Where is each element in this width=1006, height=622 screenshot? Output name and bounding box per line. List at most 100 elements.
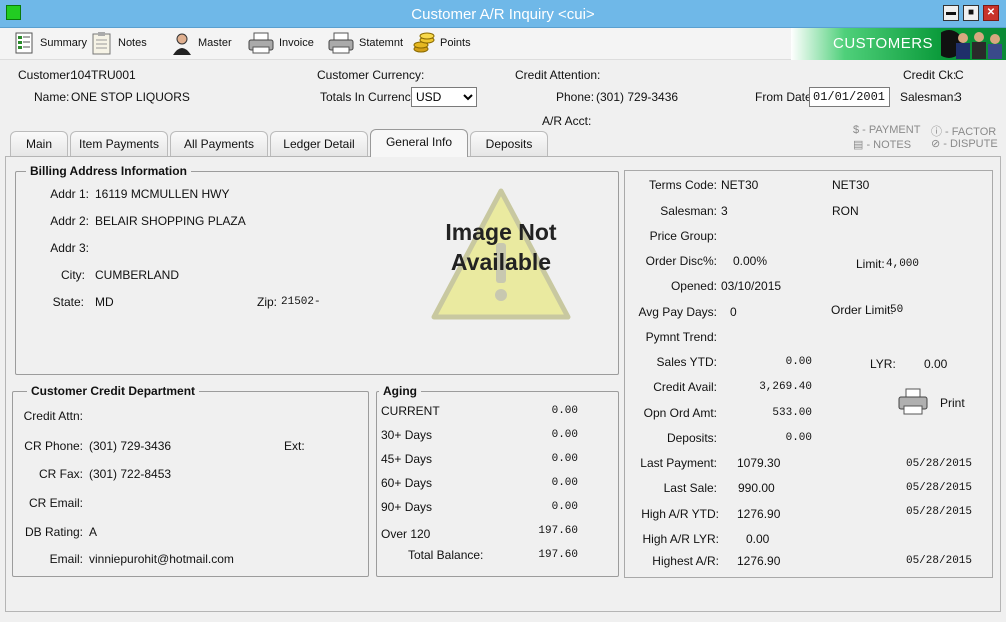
addr3-label: Addr 3: xyxy=(50,241,89,255)
name-value: ONE STOP LIQUORS xyxy=(71,90,190,104)
zip-label: Zip: xyxy=(257,295,278,309)
high-ar-lyr-value: 0.00 xyxy=(746,532,770,546)
terms-description: NET30 xyxy=(832,178,870,192)
cr-phone-value: (301) 729-3436 xyxy=(89,439,172,453)
image-not-available-line1: Image Not xyxy=(445,219,557,245)
aging-current-value: 0.00 xyxy=(551,405,578,417)
tab-general-info[interactable]: General Info xyxy=(370,129,468,157)
aging-45-label: 45+ Days xyxy=(381,452,433,466)
addr1-label: Addr 1: xyxy=(50,187,89,201)
name-label: Name: xyxy=(34,90,70,104)
pymnt-trend-label: Pymnt Trend: xyxy=(645,330,717,344)
aging-current-label: CURRENT xyxy=(381,404,440,418)
tab-item-payments[interactable]: Item Payments xyxy=(70,131,168,156)
aging-60-label: 60+ Days xyxy=(381,476,433,490)
phone-label: Phone: xyxy=(556,90,595,104)
addr2-value: BELAIR SHOPPING PLAZA xyxy=(95,214,246,228)
city-label: City: xyxy=(61,268,85,282)
last-payment-value: 1079.30 xyxy=(737,456,781,470)
last-payment-label: Last Payment: xyxy=(640,456,717,470)
tab-main[interactable]: Main xyxy=(10,131,68,156)
opn-ord-amt-value: 533.00 xyxy=(772,407,812,419)
last-sale-date: 05/28/2015 xyxy=(905,482,972,494)
billing-address-title: Billing Address Information xyxy=(30,164,187,178)
minimize-button[interactable]: ▬ xyxy=(943,5,959,21)
currency-select[interactable]: USD xyxy=(411,87,477,107)
aging-90-value: 0.00 xyxy=(551,501,578,513)
notes-icon xyxy=(90,31,114,55)
master-button[interactable]: Master xyxy=(170,28,232,58)
addr1-value: 16119 MCMULLEN HWY xyxy=(95,187,230,201)
tab-ledger-detail[interactable]: Ledger Detail xyxy=(270,131,368,156)
invoice-button[interactable]: Invoice xyxy=(247,28,314,58)
maximize-button[interactable]: ■ xyxy=(963,5,979,21)
title-bar[interactable]: Customer A/R Inquiry <cui> ▬ ■ ✕ xyxy=(0,0,1006,28)
addr2-label: Addr 2: xyxy=(50,214,89,228)
from-date-input[interactable]: 01/01/2001 xyxy=(809,87,890,107)
highest-ar-value: 1276.90 xyxy=(737,554,781,568)
high-ar-ytd-value: 1276.90 xyxy=(737,507,781,521)
total-balance-label: Total Balance: xyxy=(408,548,484,562)
window-title: Customer A/R Inquiry <cui> xyxy=(411,6,595,23)
opened-value: 03/10/2015 xyxy=(721,279,782,293)
image-not-available-line2: Available xyxy=(450,249,552,275)
credit-attn-label: Credit Attn: xyxy=(23,409,83,423)
order-disc-value: 0.00% xyxy=(733,254,768,268)
summary-button[interactable]: Summary xyxy=(12,28,87,58)
terms-code-label: Terms Code: xyxy=(648,178,717,192)
zip-value: 21502- xyxy=(281,296,321,308)
close-button[interactable]: ✕ xyxy=(983,5,999,21)
ext-label: Ext: xyxy=(284,439,305,453)
customer-value: 104TRU001 xyxy=(71,68,136,82)
terms-code-value: NET30 xyxy=(721,178,759,192)
statement-label: Statemnt xyxy=(359,37,404,49)
ar-acct-label: A/R Acct: xyxy=(542,114,592,128)
order-limit-value: 50 xyxy=(890,304,904,316)
statement-button[interactable]: Statemnt xyxy=(327,28,403,58)
avg-pay-days-value: 0 xyxy=(730,305,737,319)
notes-button[interactable]: Notes xyxy=(90,28,147,58)
aging-over120-value: 197.60 xyxy=(538,525,578,537)
tab-deposits[interactable]: Deposits xyxy=(470,131,548,156)
last-sale-label: Last Sale: xyxy=(663,481,717,495)
email-value[interactable]: vinniepurohit@hotmail.com xyxy=(89,552,234,566)
deposits-label: Deposits: xyxy=(666,431,717,445)
high-ar-ytd-date: 05/28/2015 xyxy=(905,506,972,518)
customer-currency-label: Customer Currency: xyxy=(317,68,425,82)
total-balance-value: 197.60 xyxy=(538,549,578,561)
print-button[interactable]: Print xyxy=(897,387,967,419)
points-button[interactable]: Points xyxy=(412,28,471,58)
lyr-value: 0.00 xyxy=(924,357,948,371)
price-group-label: Price Group: xyxy=(649,229,717,243)
last-payment-date: 05/28/2015 xyxy=(905,458,972,470)
opn-ord-amt-label: Opn Ord Amt: xyxy=(643,406,717,420)
aging-60-value: 0.00 xyxy=(551,477,578,489)
from-date-label: From Date: xyxy=(755,90,816,104)
cr-email-label: CR Email: xyxy=(28,496,83,510)
print-label: Print xyxy=(940,396,965,410)
aging-30-label: 30+ Days xyxy=(381,428,433,442)
statement-icon xyxy=(327,31,355,55)
highest-ar-date: 05/28/2015 xyxy=(905,555,972,567)
email-label: Email: xyxy=(49,552,83,566)
highest-ar-label: Highest A/R: xyxy=(652,554,719,568)
last-sale-value: 990.00 xyxy=(738,481,775,495)
salesman-name: RON xyxy=(832,204,859,218)
legend-notes: ▤ - NOTES xyxy=(853,139,912,151)
credit-department-title: Customer Credit Department xyxy=(31,384,196,398)
credit-avail-label: Credit Avail: xyxy=(653,380,717,394)
credit-ck-label: Credit Ck: xyxy=(903,68,957,82)
customers-banner: CUSTOMERS xyxy=(791,28,1006,60)
db-rating-value: A xyxy=(89,525,98,539)
limit-label: Limit: xyxy=(856,257,885,271)
deposits-value: 0.00 xyxy=(785,432,812,444)
right-salesman-value: 3 xyxy=(721,204,728,218)
totals-currency-label: Totals In Currency: xyxy=(320,90,421,104)
sales-ytd-label: Sales YTD: xyxy=(656,355,717,369)
sales-ytd-value: 0.00 xyxy=(785,356,812,368)
limit-value: 4,000 xyxy=(886,258,920,270)
aging-30-value: 0.00 xyxy=(551,429,578,441)
tab-all-payments[interactable]: All Payments xyxy=(170,131,268,156)
credit-avail-value: 3,269.40 xyxy=(759,381,812,393)
right-salesman-label: Salesman: xyxy=(660,204,717,218)
